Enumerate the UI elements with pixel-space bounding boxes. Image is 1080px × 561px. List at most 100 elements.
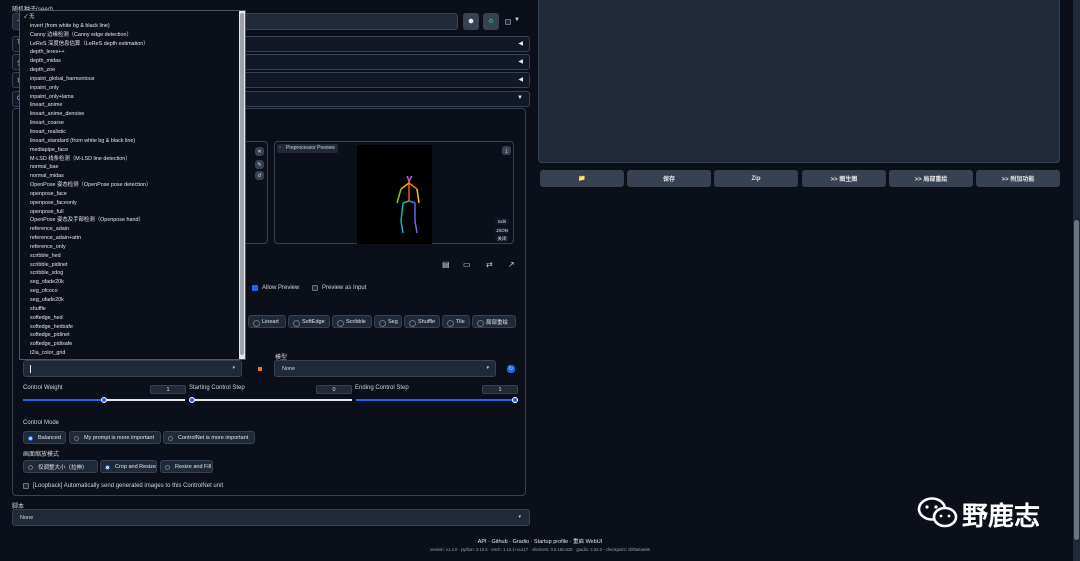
script-select[interactable]: None ▾ [12,509,530,526]
control-mode-prompt[interactable]: My prompt is more important [69,431,161,444]
preprocessor-option[interactable]: LeReS 深度信息估算（LeReS depth estimation） [20,40,245,49]
ending-step-input[interactable]: 1 [482,385,518,394]
resize-mode-stretch[interactable]: 仅调整大小（拉伸） [23,460,98,473]
preprocessor-option[interactable]: OpenPose 姿态及手部检测（Openpose hand） [20,216,245,225]
allow-preview-checkbox[interactable] [252,285,258,291]
preprocessor-option[interactable]: t2ia_color_grid [20,349,245,358]
preprocessor-option[interactable]: OpenPose 姿态检测（OpenPose pose detection） [20,181,245,190]
preview-as-input-checkbox[interactable] [312,285,318,291]
control-type-shuffle[interactable]: Shuffle [404,315,440,328]
open-folder-button[interactable]: 📁 [540,170,624,187]
control-weight-input[interactable]: 1 [150,385,186,394]
save-button[interactable]: 保存 [627,170,711,187]
recycle-button[interactable]: ♻ [483,13,499,30]
preprocessor-option[interactable]: lineart_realistic [20,128,245,137]
control-weight-knob[interactable] [101,397,107,403]
extra-seed-toggle-icon[interactable]: ▼ [514,17,520,23]
preprocessor-option[interactable]: lineart_anime [20,101,245,110]
preview-as-input-label: Preview as Input [322,285,367,291]
preprocessor-option[interactable]: softedge_hedsafe [20,323,245,332]
preprocessor-option[interactable]: openpose_full [20,208,245,217]
close-icon: ✕ [257,148,262,155]
send-to-inpaint-button[interactable]: >> 局部重绘 [889,170,973,187]
preprocessor-option[interactable]: openpose_face [20,190,245,199]
preprocessor-option[interactable]: depth_leres++ [20,48,245,57]
preprocessor-option[interactable]: ✓ 无 [20,13,245,22]
dropdown-scrollbar[interactable] [239,11,245,359]
starting-step-slider[interactable] [190,399,352,401]
preprocessor-option[interactable]: softedge_hed [20,314,245,323]
control-type-scribble[interactable]: Scribble [332,315,372,328]
loopback-checkbox[interactable] [23,483,29,489]
image-tool-button[interactable]: ✕ [255,147,264,156]
ending-step-knob[interactable] [512,397,518,403]
preprocessor-dropdown-list[interactable]: ✓ 无 invert (from white bg & black line) Ca… [19,10,246,360]
extra-seed-checkbox[interactable] [505,19,511,25]
resize-mode-fill-label: Resize and Fill [175,463,212,470]
send-to-extras-button[interactable]: >> 附加功能 [976,170,1060,187]
dropdown-scrollbar-thumb[interactable] [240,13,244,355]
preprocessor-option[interactable]: softedge_pidisafe [20,340,245,349]
dice-button[interactable]: ⬢ [463,13,479,30]
resize-mode-fill[interactable]: Resize and Fill [160,460,213,473]
edit-pose-button[interactable]: Edit [495,218,509,225]
camera-icon[interactable]: ▭ [463,260,471,269]
preprocessor-option[interactable]: depth_midas [20,57,245,66]
preprocessor-option[interactable]: seg_ufade20k [20,296,245,305]
preprocessor-option[interactable]: reference_adain [20,225,245,234]
preprocessor-option[interactable]: mediapipe_face [20,146,245,155]
preprocessor-option[interactable]: scribble_hed [20,252,245,261]
preprocessor-option[interactable]: shuffle [20,305,245,314]
control-weight-label: Control Weight [23,385,63,391]
control-type-lineart[interactable]: Lineart [248,315,286,328]
control-type-inpaint[interactable]: 局部重绘 [472,315,516,328]
page-scrollbar[interactable] [1073,0,1080,561]
preprocessor-option[interactable]: scribble_pidinet [20,261,245,270]
preprocessor-option[interactable]: inpaint_global_harmonious [20,75,245,84]
preprocessor-option[interactable]: Canny 边缘检测（Canny edge detection） [20,31,245,40]
control-mode-controlnet[interactable]: ControlNet is more important [163,431,255,444]
resize-mode-crop-label: Crop and Resize [115,463,156,470]
swap-icon[interactable]: ⇄ [486,260,493,269]
preprocessor-option[interactable]: seg_ofade20k [20,278,245,287]
preprocessor-option[interactable]: normal_midas [20,172,245,181]
refresh-models-button[interactable]: ↻ [507,365,515,373]
preprocessor-option[interactable]: depth_zoe [20,66,245,75]
preprocessor-option[interactable]: reference_only [20,243,245,252]
model-select[interactable]: None ▾ [274,360,496,377]
preprocessor-option[interactable]: M-LSD 线条检测（M-LSD line detection） [20,155,245,164]
zip-button[interactable]: Zip [714,170,798,187]
preprocessor-option[interactable]: lineart_coarse [20,119,245,128]
preprocessor-option[interactable]: normal_bae [20,163,245,172]
preprocessor-option[interactable]: inpaint_only [20,84,245,93]
download-preview-button[interactable]: ⤓ [502,146,511,155]
control-type-seg[interactable]: Seg [374,315,402,328]
resize-mode-crop[interactable]: Crop and Resize [100,460,157,473]
starting-step-knob[interactable] [189,397,195,403]
send-dimensions-icon[interactable]: ↗ [508,260,515,269]
preprocessor-option[interactable]: reference_adain+attn [20,234,245,243]
preprocessor-option[interactable]: seg_ofcoco [20,287,245,296]
page-scrollbar-thumb[interactable] [1074,220,1079,540]
ending-step-slider[interactable] [356,399,516,401]
preprocessor-option[interactable]: lineart_anime_denoise [20,110,245,119]
preprocessor-option[interactable]: openpose_faceonly [20,199,245,208]
preprocessor-option[interactable]: invert (from white bg & black line) [20,22,245,31]
starting-step-input[interactable]: 0 [316,385,352,394]
preprocessor-option[interactable]: softedge_pidinet [20,331,245,340]
run-preprocessor-icon[interactable] [258,367,262,371]
footer-links[interactable]: API · Github · Gradio · Startup profile … [0,537,1080,545]
document-icon[interactable]: ▤ [442,260,450,269]
control-mode-balanced[interactable]: Balanced [23,431,66,444]
control-type-tile[interactable]: Tile [442,315,470,328]
image-tool-button[interactable]: ✎ [255,160,264,169]
preprocessor-option[interactable]: lineart_standard (from white bg & black … [20,137,245,146]
image-tool-button[interactable]: ↺ [255,171,264,180]
control-type-softedge[interactable]: SoftEdge [288,315,330,328]
preprocessor-select[interactable]: ▾ [23,360,242,377]
preprocessor-option[interactable]: inpaint_only+lama [20,93,245,102]
close-preview-button[interactable]: 关闭 [495,235,509,242]
preprocessor-option[interactable]: scribble_xdog [20,269,245,278]
json-pose-button[interactable]: JSON [495,227,509,234]
send-to-img2img-button[interactable]: >> 图生图 [802,170,886,187]
